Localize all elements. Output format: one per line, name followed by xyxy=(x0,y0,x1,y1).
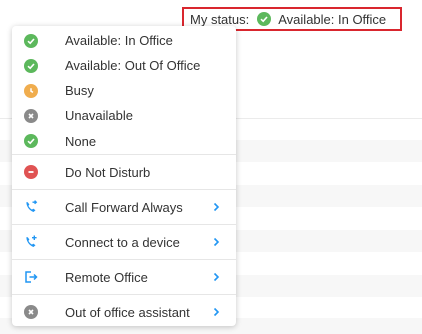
clock-circle-icon xyxy=(24,83,38,98)
menu-item-label: Remote Office xyxy=(65,269,148,285)
check-circle-icon xyxy=(24,134,38,148)
menu-item-label: None xyxy=(65,133,97,149)
menu-item-unavailable[interactable]: Unavailable xyxy=(12,103,236,128)
menu-item-call-forward-always[interactable]: Call Forward Always xyxy=(12,189,236,224)
menu-item-label: Unavailable xyxy=(65,108,133,123)
menu-item-label: Connect to a device xyxy=(65,234,180,250)
menu-item-label: Do Not Disturb xyxy=(65,164,151,180)
minus-circle-icon xyxy=(24,165,38,179)
exit-icon xyxy=(24,270,38,284)
menu-item-busy[interactable]: Busy xyxy=(12,78,236,103)
phone-add-icon xyxy=(24,235,38,249)
phone-forward-icon xyxy=(24,200,38,214)
check-circle-icon xyxy=(24,33,38,48)
menu-item-label: Busy xyxy=(65,83,94,98)
chevron-right-icon xyxy=(213,237,220,247)
my-status-label: My status: xyxy=(190,11,250,27)
check-circle-icon xyxy=(257,12,272,26)
menu-item-remote-office[interactable]: Remote Office xyxy=(12,259,236,294)
chevron-right-icon xyxy=(213,202,220,212)
x-circle-icon xyxy=(24,108,38,123)
my-status-value: Available: In Office xyxy=(278,11,387,27)
chevron-right-icon xyxy=(213,307,220,317)
check-circle-icon xyxy=(24,58,38,73)
menu-item-label: Call Forward Always xyxy=(65,199,183,215)
x-circle-icon xyxy=(24,305,38,319)
menu-item-none[interactable]: None xyxy=(12,128,236,154)
chevron-right-icon xyxy=(213,272,220,282)
menu-item-available-in-office[interactable]: Available: In Office xyxy=(12,28,236,53)
status-dropdown-menu: Available: In Office Available: Out Of O… xyxy=(12,26,236,326)
menu-item-out-of-office-assistant[interactable]: Out of office assistant xyxy=(12,294,236,329)
menu-item-label: Available: In Office xyxy=(65,33,173,48)
menu-item-label: Available: Out Of Office xyxy=(65,58,201,73)
menu-item-label: Out of office assistant xyxy=(65,304,190,320)
menu-item-connect-to-device[interactable]: Connect to a device xyxy=(12,224,236,259)
menu-item-do-not-disturb[interactable]: Do Not Disturb xyxy=(12,154,236,189)
menu-item-available-out-of-office[interactable]: Available: Out Of Office xyxy=(12,53,236,78)
